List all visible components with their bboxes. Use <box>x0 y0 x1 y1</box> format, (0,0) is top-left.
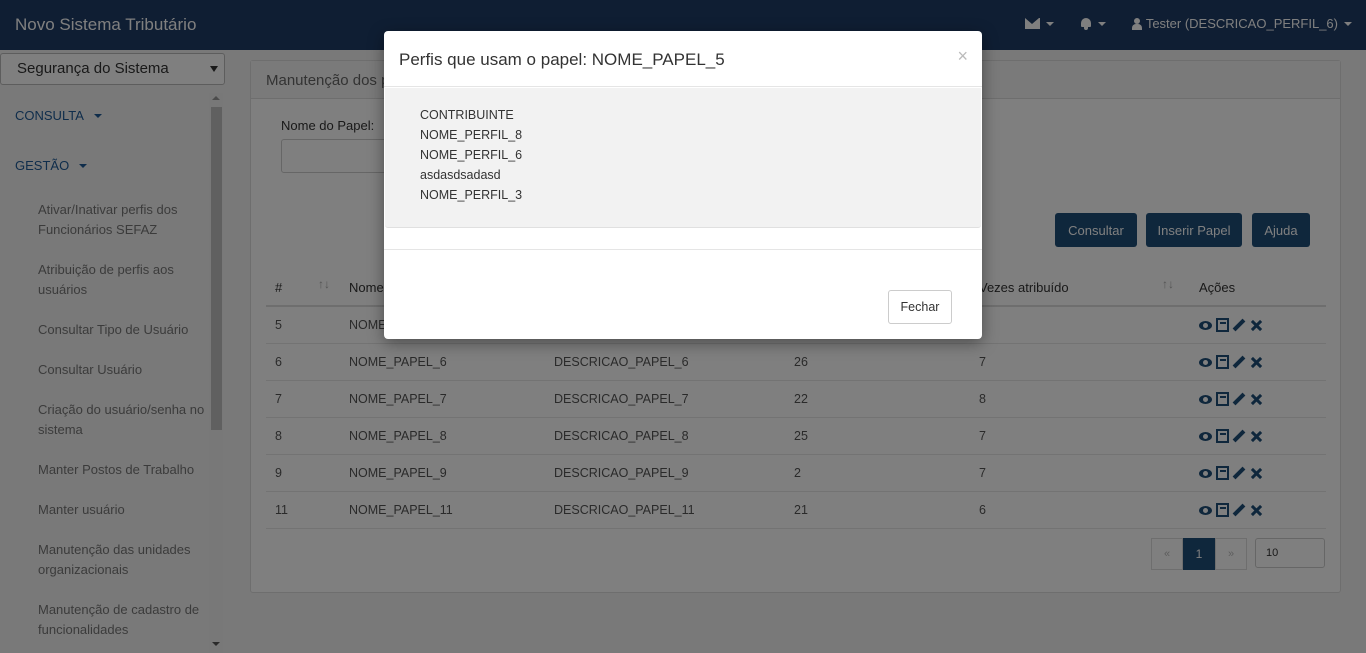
fechar-button[interactable]: Fechar <box>888 290 952 324</box>
modal-footer-divider <box>384 249 982 250</box>
modal-title: Perfis que usam o papel: NOME_PAPEL_5 <box>399 50 725 69</box>
list-item: CONTRIBUINTE <box>420 108 514 122</box>
list-item: asdasdsadasd <box>420 168 501 182</box>
modal-header: Perfis que usam o papel: NOME_PAPEL_5 × <box>384 31 982 87</box>
profile-list: CONTRIBUINTE NOME_PERFIL_8 NOME_PERFIL_6… <box>420 105 522 205</box>
list-item: NOME_PERFIL_3 <box>420 188 523 202</box>
list-item: NOME_PERFIL_6 <box>420 148 523 162</box>
modal-body: CONTRIBUINTE NOME_PERFIL_8 NOME_PERFIL_6… <box>385 88 981 228</box>
close-icon[interactable]: × <box>957 46 968 67</box>
list-item: NOME_PERFIL_8 <box>420 128 523 142</box>
perfis-modal: Perfis que usam o papel: NOME_PAPEL_5 × … <box>384 31 982 339</box>
